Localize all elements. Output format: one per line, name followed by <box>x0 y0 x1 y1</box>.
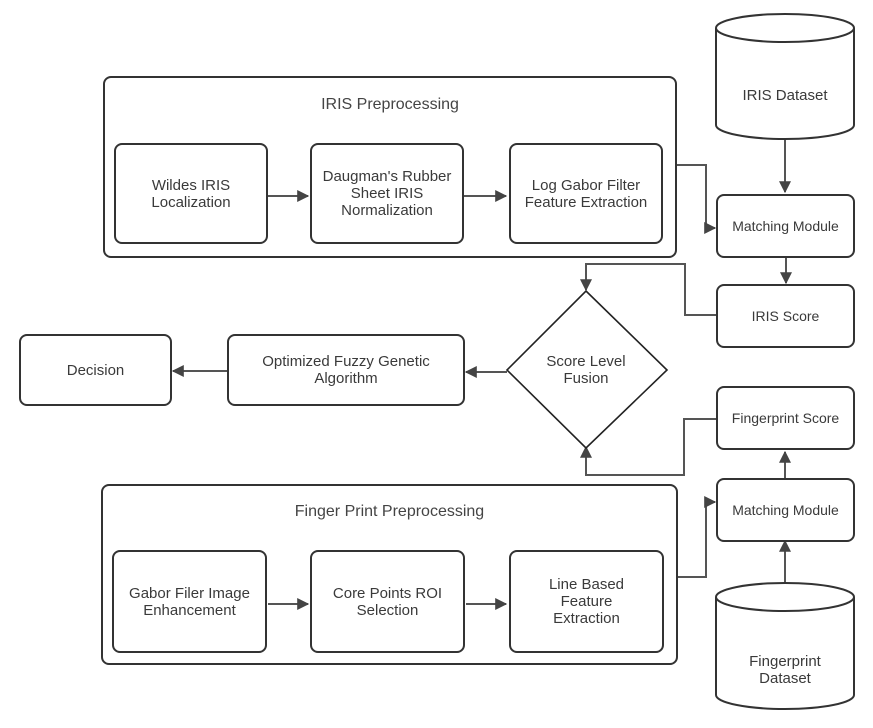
decision-box[interactable]: Decision <box>19 334 172 406</box>
fp-step-line-based-extraction[interactable]: Line Based Feature Extraction <box>509 550 664 653</box>
fusion-label[interactable]: Score Level Fusion <box>540 350 632 390</box>
fingerprint-preprocessing-title: Finger Print Preprocessing <box>294 503 485 520</box>
iris-score-box[interactable]: IRIS Score <box>716 284 855 348</box>
arrow-fp-group-to-matching <box>676 496 717 578</box>
iris-dataset-cylinder <box>715 13 855 140</box>
fingerprint-dataset-label: Fingerprint Dataset <box>749 653 821 687</box>
fp-step-core-points-roi[interactable]: Core Points ROI Selection <box>310 550 465 653</box>
arrow-iris-group-to-matching <box>676 164 717 234</box>
iris-step-log-gabor-extraction[interactable]: Log Gabor Filter Feature Extraction <box>509 143 663 244</box>
fingerprint-dataset-cylinder <box>715 582 855 710</box>
iris-step-daugman-normalization[interactable]: Daugman's Rubber Sheet IRIS Normalizatio… <box>310 143 464 244</box>
fp-step-gabor-enhancement[interactable]: Gabor Filer Image Enhancement <box>112 550 267 653</box>
iris-dataset-label: IRIS Dataset <box>742 86 828 104</box>
optimizer-box[interactable]: Optimized Fuzzy Genetic Algorithm <box>227 334 465 406</box>
fingerprint-score-box[interactable]: Fingerprint Score <box>716 386 855 450</box>
iris-step-wildes-localization[interactable]: Wildes IRIS Localization <box>114 143 268 244</box>
iris-preprocessing-title: IRIS Preprocessing <box>321 96 459 113</box>
iris-matching-module[interactable]: Matching Module <box>716 194 855 258</box>
fingerprint-matching-module[interactable]: Matching Module <box>716 478 855 542</box>
arrow-iris-score-to-fusion <box>580 263 716 316</box>
